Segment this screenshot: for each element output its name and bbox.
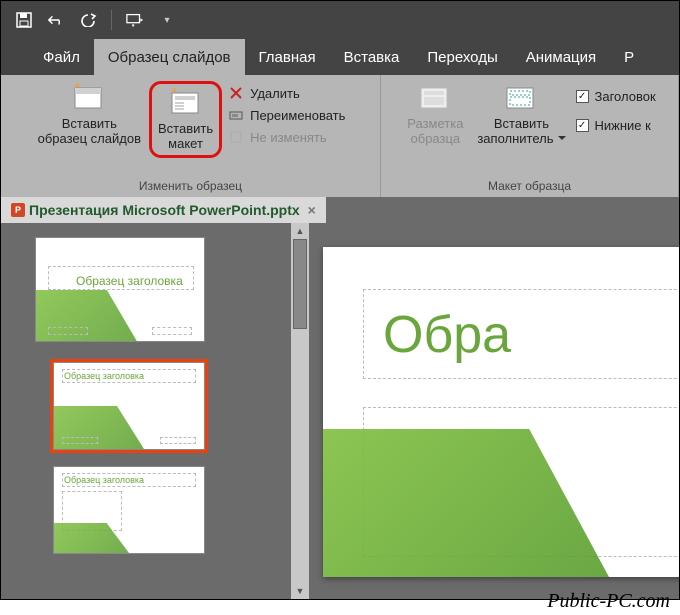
insert-slide-master-button[interactable]: Вставить образец слайдов	[32, 79, 147, 150]
insert-layout-icon	[169, 88, 203, 118]
checkbox-title[interactable]: ✓ Заголовок	[576, 89, 656, 104]
document-tab-bar: P Презентация Microsoft PowerPoint.pptx …	[1, 197, 679, 223]
insert-placeholder-button[interactable]: Вставить заполнитель	[471, 79, 571, 150]
layout-thumbnail-2[interactable]: Образец заголовка	[53, 466, 205, 554]
rename-button[interactable]: Переименовать	[228, 107, 345, 123]
from-beginning-icon[interactable]	[126, 11, 144, 29]
master-layout-label-1: Разметка	[407, 116, 463, 131]
master-layout-checks: ✓ Заголовок ✓ Нижние к	[572, 79, 660, 133]
check-icon: ✓	[576, 90, 589, 103]
delete-button[interactable]: Удалить	[228, 85, 345, 101]
scroll-down-icon[interactable]: ▼	[291, 583, 309, 599]
scroll-thumb[interactable]	[293, 239, 307, 329]
slide-title-placeholder[interactable]: Обра	[383, 305, 511, 365]
app-window: ▾ Файл Образец слайдов Главная Вставка П…	[0, 0, 680, 600]
insert-layout-button[interactable]: Вставить макет	[149, 81, 222, 158]
redo-icon[interactable]	[79, 11, 97, 29]
insert-placeholder-label-1: Вставить	[494, 116, 549, 131]
qat-separator	[111, 10, 112, 30]
tab-home[interactable]: Главная	[245, 39, 330, 75]
delete-icon	[228, 85, 244, 101]
tab-animations[interactable]: Анимация	[512, 39, 610, 75]
insert-slide-master-icon	[72, 83, 106, 113]
layout-thumb-title-2: Образец заголовка	[64, 475, 144, 485]
work-area: Образец заголовка Образец заголовка Обра…	[1, 223, 679, 599]
edit-master-small-buttons: Удалить Переименовать Не изменять	[224, 79, 349, 145]
ribbon: Вставить образец слайдов Вставить макет …	[1, 75, 679, 197]
checkbox-footers[interactable]: ✓ Нижние к	[576, 118, 656, 133]
master-thumb-title: Образец заголовка	[76, 274, 183, 288]
powerpoint-file-icon: P	[11, 203, 25, 217]
check-icon: ✓	[576, 119, 589, 132]
tab-slide-master[interactable]: Образец слайдов	[94, 39, 245, 75]
master-layout-icon	[418, 83, 452, 113]
document-title: Презентация Microsoft PowerPoint.pptx	[29, 202, 300, 218]
preserve-button: Не изменять	[228, 129, 345, 145]
save-icon[interactable]	[15, 11, 33, 29]
insert-layout-label-1: Вставить	[158, 121, 213, 136]
master-layout-label-2: образца	[411, 131, 461, 146]
master-thumbnail[interactable]: Образец заголовка	[35, 237, 205, 342]
tab-file[interactable]: Файл	[29, 39, 94, 75]
ribbon-group-master-layout: Разметка образца Вставить заполнитель ✓ …	[381, 75, 679, 197]
preserve-icon	[228, 129, 244, 145]
slide-canvas[interactable]: Обра	[323, 247, 679, 577]
tab-insert[interactable]: Вставка	[330, 39, 414, 75]
group-label-master-layout: Макет образца	[488, 179, 571, 195]
tab-transitions[interactable]: Переходы	[413, 39, 511, 75]
undo-icon[interactable]	[47, 11, 65, 29]
layout-thumb-title-1: Образец заголовка	[64, 371, 144, 381]
group-label-edit-master: Изменить образец	[139, 179, 242, 195]
quick-access-toolbar: ▾	[1, 1, 679, 39]
ribbon-group-edit-master: Вставить образец слайдов Вставить макет …	[1, 75, 381, 197]
insert-placeholder-label-2: заполнитель	[477, 131, 565, 146]
scroll-up-icon[interactable]: ▲	[291, 223, 309, 239]
ribbon-tabs: Файл Образец слайдов Главная Вставка Пер…	[1, 39, 679, 75]
rename-icon	[228, 107, 244, 123]
close-tab-icon[interactable]: ×	[308, 202, 316, 218]
tab-review-fragment[interactable]: Р	[610, 39, 648, 75]
slide-editor: Обра	[309, 223, 679, 599]
insert-slide-master-label-2: образец слайдов	[38, 131, 141, 146]
layout-thumbnail-1[interactable]: Образец заголовка	[53, 362, 205, 450]
qat-customize-icon[interactable]: ▾	[158, 11, 176, 29]
thumbnail-panel: Образец заголовка Образец заголовка Обра…	[1, 223, 309, 599]
watermark: Public-PC.com	[547, 590, 670, 613]
insert-slide-master-label-1: Вставить	[62, 116, 117, 131]
master-layout-button: Разметка образца	[399, 79, 471, 150]
thumbnail-scrollbar[interactable]: ▲ ▼	[291, 223, 309, 599]
document-tab[interactable]: P Презентация Microsoft PowerPoint.pptx …	[1, 197, 326, 223]
insert-layout-label-2: макет	[168, 136, 203, 151]
insert-placeholder-icon	[504, 83, 538, 113]
